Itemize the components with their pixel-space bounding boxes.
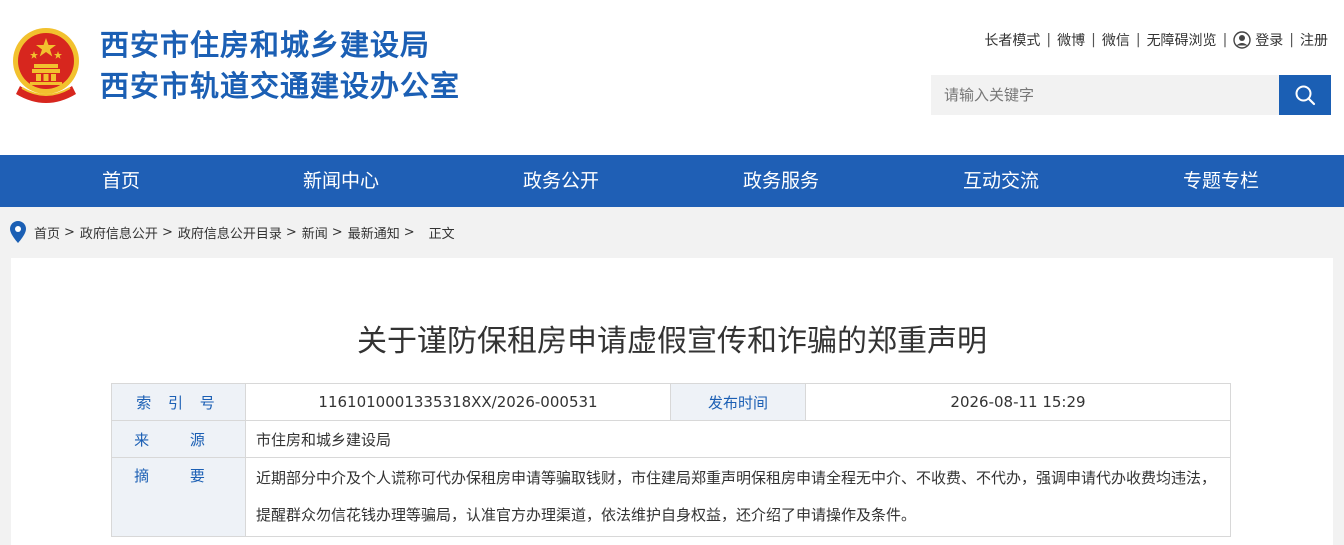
index-number-value: 1161010001335318XX/2026-000531 <box>245 383 671 421</box>
summary-value: 近期部分中介及个人谎称可代办保租房申请等骗取钱财，市住建局郑重声明保租房申请全程… <box>245 457 1231 537</box>
table-row: 摘 要 近期部分中介及个人谎称可代办保租房申请等骗取钱财，市住建局郑重声明保租房… <box>111 457 1231 537</box>
site-title-metro-office: 西安市轨道交通建设办公室 <box>100 69 461 103</box>
breadcrumb-home[interactable]: 首页 <box>34 223 60 242</box>
separator: | <box>1289 32 1294 48</box>
breadcrumb-gov-info-catalog[interactable]: 政府信息公开目录 <box>178 223 282 242</box>
summary-label: 摘 要 <box>111 457 246 537</box>
table-row: 来 源 市住房和城乡建设局 <box>111 420 1231 458</box>
login-link[interactable]: 登录 <box>1255 30 1283 50</box>
location-pin-icon <box>10 221 26 243</box>
search-icon <box>1295 85 1316 106</box>
breadcrumb-news[interactable]: 新闻 <box>302 223 328 242</box>
register-link[interactable]: 注册 <box>1300 30 1328 50</box>
nav-item-government-affairs[interactable]: 政务公开 <box>523 155 599 207</box>
separator: | <box>1091 32 1096 48</box>
breadcrumb-separator: > <box>161 224 173 240</box>
search-bar <box>931 75 1331 115</box>
search-input[interactable] <box>931 75 1279 115</box>
breadcrumb: 首页 > 政府信息公开 > 政府信息公开目录 > 新闻 > 最新通知 > 正文 <box>10 220 455 244</box>
separator: | <box>1046 32 1052 48</box>
index-number-label: 索 引 号 <box>111 383 246 421</box>
source-label-text: 来 源 <box>134 430 223 449</box>
accessible-browse-link[interactable]: 无障碍浏览 <box>1147 30 1217 50</box>
summary-label-text: 摘 要 <box>134 467 223 485</box>
breadcrumb-latest-notice[interactable]: 最新通知 <box>348 223 400 242</box>
breadcrumb-separator: > <box>285 224 297 240</box>
publish-time-label: 发布时间 <box>670 383 806 421</box>
search-button[interactable] <box>1279 75 1331 115</box>
site-title-housing-bureau: 西安市住房和城乡建设局 <box>100 28 431 62</box>
publish-time-value: 2026-08-11 15:29 <box>805 383 1231 421</box>
article-title: 关于谨防保租房申请虚假宣传和诈骗的郑重声明 <box>357 324 987 359</box>
article-meta-table: 索 引 号 1161010001335318XX/2026-000531 发布时… <box>111 383 1231 537</box>
site-header: 西安市住房和城乡建设局 西安市轨道交通建设办公室 长者模式 | 微博 | 微信 … <box>0 0 1344 155</box>
breadcrumb-current: 正文 <box>428 226 455 242</box>
weibo-link[interactable]: 微博 <box>1057 30 1085 50</box>
source-label: 来 源 <box>111 420 246 458</box>
breadcrumb-gov-info[interactable]: 政府信息公开 <box>80 223 158 242</box>
breadcrumb-separator: > <box>331 224 343 240</box>
nav-item-government-services[interactable]: 政务服务 <box>743 155 819 207</box>
nav-item-home[interactable]: 首页 <box>102 155 140 207</box>
source-value: 市住房和城乡建设局 <box>245 420 1231 458</box>
nav-item-special-topics[interactable]: 专题专栏 <box>1183 155 1259 207</box>
nav-item-interaction[interactable]: 互动交流 <box>963 155 1039 207</box>
breadcrumb-separator: > <box>64 224 75 240</box>
breadcrumb-separator: > <box>403 224 415 240</box>
table-row: 索 引 号 1161010001335318XX/2026-000531 发布时… <box>111 383 1231 421</box>
top-links: 长者模式 | 微博 | 微信 | 无障碍浏览 | 登录 | 注册 <box>984 30 1328 50</box>
separator: | <box>1135 32 1141 48</box>
wechat-link[interactable]: 微信 <box>1102 30 1130 50</box>
national-emblem-icon <box>13 28 79 103</box>
main-nav: 首页 新闻中心 政务公开 政务服务 互动交流 专题专栏 <box>0 155 1344 207</box>
user-icon <box>1233 31 1251 49</box>
elder-mode-link[interactable]: 长者模式 <box>984 30 1040 50</box>
separator: | <box>1222 32 1228 48</box>
nav-item-news-center[interactable]: 新闻中心 <box>303 155 379 207</box>
